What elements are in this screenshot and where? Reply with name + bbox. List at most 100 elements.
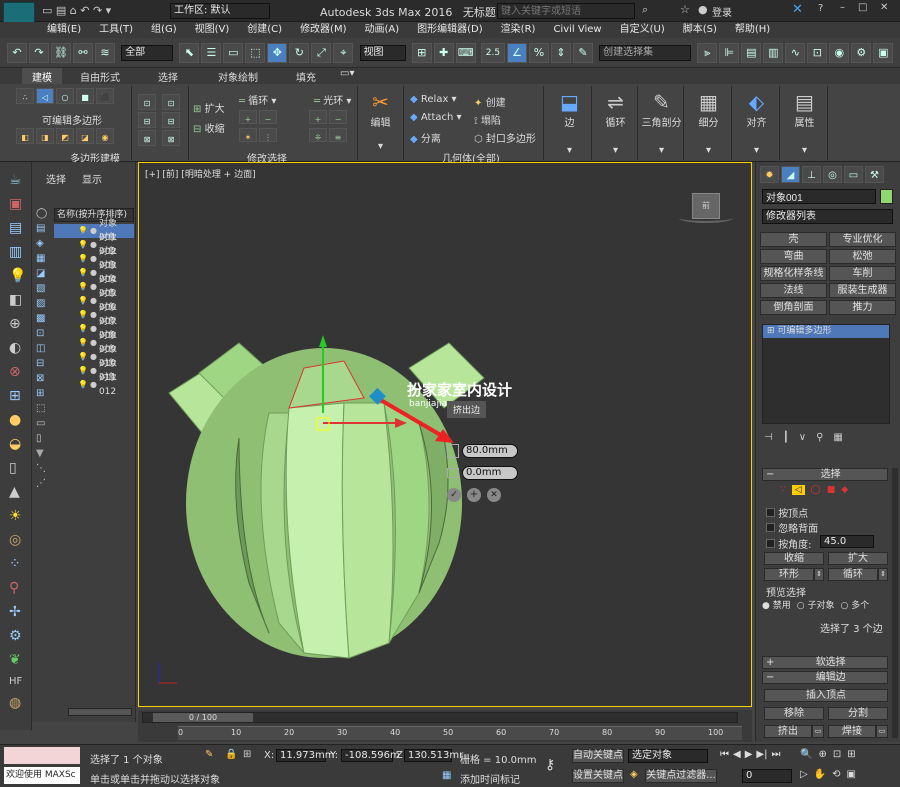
command-panel-scrollbar[interactable] (892, 468, 898, 738)
lock-selection-icon[interactable]: 🔒 (225, 749, 237, 760)
ok-icon[interactable]: ✓ (447, 488, 461, 502)
ring-label[interactable]: 光环 (323, 96, 343, 107)
show-end-result-stack-icon[interactable]: ┃ (783, 432, 789, 443)
create-panel-icon[interactable]: ✹ (760, 166, 779, 183)
modifier-button[interactable]: 服装生成器 (829, 283, 896, 298)
next-modifier-icon[interactable]: ◩ (56, 128, 74, 144)
light-bulb-icon[interactable]: 💡 (78, 364, 88, 378)
preview-disable-radio[interactable]: ● (762, 601, 770, 611)
go-start-icon[interactable]: ⏮ (720, 749, 729, 760)
menu-modifiers[interactable]: 修改器(M) (291, 22, 355, 38)
spinner-snap-icon[interactable]: ⇕ (550, 43, 571, 63)
preserve-uv-icon[interactable]: ◪ (76, 128, 94, 144)
tab-selection[interactable]: 选择 (158, 69, 178, 84)
unlink-icon[interactable]: ⚯ (73, 43, 93, 63)
modifier-button[interactable]: 弯曲 (760, 249, 827, 264)
rect-select-icon[interactable]: ▭ (223, 43, 244, 63)
search-icon[interactable]: ⌕ (642, 3, 648, 17)
ribbon-small-6-icon[interactable]: ⊠ (162, 130, 180, 146)
maximize-icon[interactable]: □ (858, 2, 867, 13)
menu-animation[interactable]: 动画(A) (356, 22, 409, 38)
sub-edge-icon[interactable]: ◁ (791, 485, 805, 495)
grow-label[interactable]: 扩大 (205, 104, 225, 115)
preview-multi-radio[interactable]: ○ (841, 601, 849, 611)
menu-scripting[interactable]: 脚本(S) (674, 22, 726, 38)
ribbon-small-3-icon[interactable]: ⊠ (138, 130, 156, 146)
timeline-ruler[interactable]: 0 10 20 30 40 50 60 70 80 90 100 (178, 726, 742, 740)
render-setup-icon[interactable]: ⚙ (851, 43, 872, 63)
weld-button[interactable]: 焊接 (828, 725, 876, 738)
filter-helper-icon[interactable]: ▧ (36, 283, 47, 294)
insert-vertex-button[interactable]: 插入顶点 (764, 689, 888, 702)
menu-create[interactable]: 创建(C) (238, 22, 291, 38)
particles-icon[interactable]: ⁘ (9, 556, 31, 572)
time-tag-icon[interactable]: ▦ (442, 770, 451, 781)
preview-subobject-radio[interactable]: ○ (797, 601, 805, 611)
scene-tab-select[interactable]: 选择 (46, 171, 66, 186)
ring-spinner[interactable]: ⇕ (814, 568, 824, 581)
filter-group-icon[interactable]: ▩ (36, 313, 47, 324)
show-end-result-icon[interactable]: ◉ (96, 128, 114, 144)
filter-frozen-icon[interactable]: ⊠ (36, 373, 47, 384)
configure-sets-icon[interactable]: ▦ (833, 432, 842, 443)
edit-label[interactable]: 编辑 (358, 114, 403, 129)
bind-space-warp-icon[interactable]: ≋ (95, 43, 115, 63)
fov-icon[interactable]: ▷ (800, 769, 808, 780)
material-editor-icon[interactable]: ◉ (829, 43, 850, 63)
tab-object-paint[interactable]: 对象绘制 (218, 69, 258, 84)
zoom-extents-icon[interactable]: ⊡ (833, 749, 841, 760)
coord-x-field[interactable]: 11.973mm (276, 749, 334, 762)
loop-icon[interactable]: ═ (239, 96, 245, 107)
search-input[interactable] (497, 3, 635, 19)
tab-modeling[interactable]: 建模 (22, 68, 62, 85)
ring-grow-icon[interactable]: + (309, 110, 327, 124)
ribbon-edge-button[interactable]: ⬓ 边 ▾ (548, 86, 592, 160)
ribbon-small-5-icon[interactable]: ⊟ (162, 112, 180, 128)
sub-vertex-icon[interactable]: ∵ (780, 485, 786, 495)
select-by-name-icon[interactable]: ☰ (201, 43, 222, 63)
coord-y-field[interactable]: -108.596m (341, 749, 400, 762)
light-bulb-icon[interactable]: 💡 (78, 238, 88, 252)
detach-button[interactable]: 分离 (421, 134, 441, 145)
ring-dots-icon[interactable]: ≡ (329, 128, 347, 142)
layers-icon[interactable]: ▤ (9, 220, 31, 236)
funnel-icon[interactable]: ▼ (36, 448, 47, 459)
gear-icon[interactable]: ⚙ (9, 628, 31, 644)
pin-stack-icon[interactable]: ⊣ (764, 432, 773, 443)
modifier-button[interactable]: 推力 (829, 300, 896, 315)
soft-selection-rollout[interactable]: + 软选择 (762, 656, 888, 669)
scene-scrollbar[interactable] (68, 708, 132, 716)
mirror-icon[interactable]: ⫸ (697, 43, 718, 63)
remove-modifier-icon[interactable]: ⚲ (816, 432, 823, 443)
viewport-front[interactable]: [+] [前] [明暗处理 + 边面] 前 ◆ 扮家家室内设计 banjiaji… (138, 162, 752, 707)
loop-mode-icon[interactable]: ✶ (239, 128, 257, 142)
coord-z-field[interactable]: 130.513mr (404, 749, 463, 762)
loop-dots-icon[interactable]: ⋮ (259, 128, 277, 142)
filter-none-icon[interactable]: ▭ (36, 418, 47, 429)
compass-icon[interactable]: ✢ (9, 604, 31, 620)
menu-graph-editors[interactable]: 图形编辑器(D) (408, 22, 492, 38)
angle-snap-icon[interactable]: ∠ (506, 43, 527, 63)
shrink-button[interactable]: 收缩 (764, 552, 824, 565)
align-icon[interactable]: ⊫ (719, 43, 740, 63)
cancel-icon[interactable]: ✕ (487, 488, 501, 502)
material-ball-icon[interactable]: ◍ (9, 695, 31, 711)
extrude-settings-icon[interactable]: ▭ (812, 725, 824, 738)
modifier-list-dropdown[interactable]: 修改器列表 (762, 209, 893, 224)
edit-tools-icon[interactable]: ✂ (358, 90, 403, 114)
border-icon[interactable]: ○ (56, 88, 74, 104)
by-angle-checkbox[interactable] (766, 539, 775, 548)
modify-panel-icon[interactable]: ◢ (781, 166, 800, 183)
cone-icon[interactable]: ▲ (9, 484, 31, 500)
percent-snap-icon[interactable]: % (528, 43, 549, 63)
attach-button[interactable]: Attach (421, 112, 453, 123)
time-slider[interactable]: 0 / 100 (142, 712, 738, 723)
attach-icon[interactable]: ◆ (410, 112, 418, 123)
shrink-icon[interactable]: ⊟ (193, 124, 201, 135)
display-panel-icon[interactable]: ▭ (844, 166, 863, 183)
light-bulb-icon[interactable]: 💡 (78, 308, 88, 322)
keyboard-shortcut-icon[interactable]: ⌨ (455, 43, 476, 63)
place-icon[interactable]: ⌖ (333, 43, 354, 63)
filter-camera-icon[interactable]: ◪ (36, 268, 47, 279)
toggle-ribbon-icon[interactable]: ▥ (763, 43, 784, 63)
